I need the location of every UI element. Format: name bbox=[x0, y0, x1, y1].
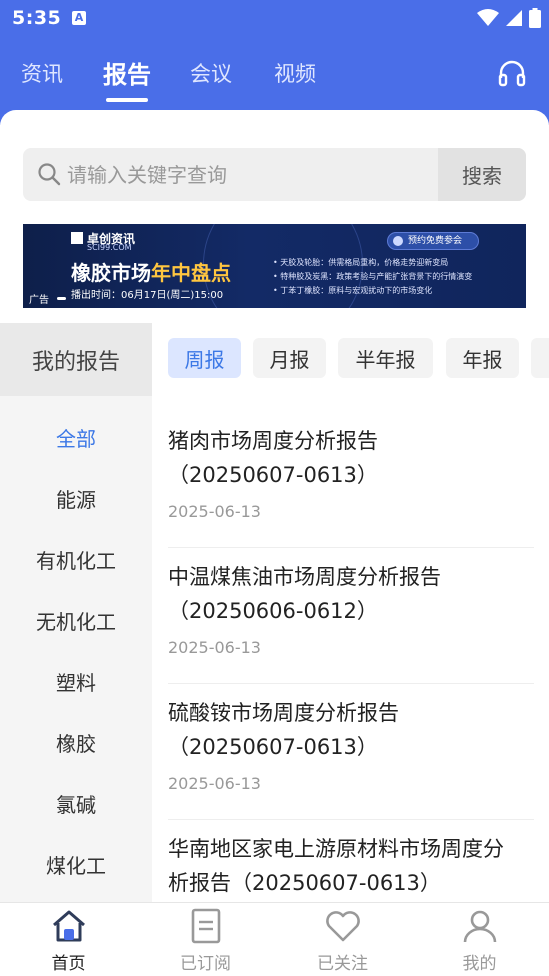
report-title-range: 析报告（20250607-0613） bbox=[168, 871, 441, 895]
report-title: 华南地区家电上游原材料市场周度分 bbox=[168, 837, 504, 861]
ad-banner[interactable]: 卓创资讯 SCI99.COM 橡胶市场年中盘点 播出时间：06月17日(周二)1… bbox=[23, 224, 526, 308]
period-filter: 周报 月报 半年报 年报 bbox=[168, 338, 549, 378]
user-icon bbox=[463, 910, 497, 943]
ad-indicator bbox=[57, 297, 66, 300]
period-chip-half-year[interactable]: 半年报 bbox=[338, 338, 433, 378]
content-sheet: 搜索 卓创资讯 SCI99.COM 橡胶市场年中盘点 播出时间：06月17日(周… bbox=[0, 110, 549, 902]
home-icon bbox=[53, 910, 85, 942]
banner-cta-button[interactable]: 预约免费参会 bbox=[387, 232, 479, 250]
bottom-nav-mine[interactable]: 我的 bbox=[411, 903, 548, 976]
status-time: 5:35 bbox=[12, 7, 62, 29]
report-list-item[interactable]: 猪肉市场周度分析报告 （20250607-0613） 2025-06-13 bbox=[168, 424, 534, 548]
battery-icon bbox=[529, 8, 541, 28]
category-sidebar: 我的报告 全部 能源 有机化工 无机化工 塑料 橡胶 氯碱 煤化工 bbox=[0, 323, 152, 902]
tab-meetings[interactable]: 会议 bbox=[190, 58, 232, 88]
bottom-nav-following[interactable]: 已关注 bbox=[274, 903, 411, 976]
status-icons bbox=[477, 8, 541, 28]
search-input[interactable] bbox=[67, 148, 437, 201]
report-title-range: （20250607-0613） bbox=[168, 463, 378, 487]
category-item-all[interactable]: 全部 bbox=[0, 417, 152, 457]
top-tab-bar: 资讯 报告 会议 视频 bbox=[0, 50, 549, 106]
report-date: 2025-06-13 bbox=[168, 638, 261, 657]
tab-videos[interactable]: 视频 bbox=[274, 58, 316, 88]
banner-bullet: • 丁苯丁橡胶：原料与宏观扰动下的市场变化 bbox=[273, 286, 433, 295]
notification-a-icon: A bbox=[72, 11, 86, 25]
bottom-nav-label: 已关注 bbox=[317, 954, 368, 974]
bottom-nav-subscribed[interactable]: 已订阅 bbox=[137, 903, 274, 976]
report-list-item[interactable]: 华南地区家电上游原材料市场周度分 析报告（20250607-0613） bbox=[168, 832, 534, 902]
category-item-coal-chem[interactable]: 煤化工 bbox=[0, 844, 152, 884]
report-date: 2025-06-13 bbox=[168, 502, 261, 521]
bottom-nav-home[interactable]: 首页 bbox=[0, 903, 137, 976]
banner-title-main: 橡胶市场 bbox=[71, 261, 151, 285]
banner-bullet: • 天胶及轮胎：供需格局重构，价格走势迎新变局 bbox=[273, 258, 449, 267]
bottom-nav: 首页 已订阅 已关注 我的 bbox=[0, 902, 549, 976]
report-list-item[interactable]: 硫酸铵市场周度分析报告 （20250607-0613） 2025-06-13 bbox=[168, 696, 534, 820]
period-chip-monthly[interactable]: 月报 bbox=[253, 338, 326, 378]
period-chip-yearly[interactable]: 年报 bbox=[446, 338, 519, 378]
category-item-chlor-alkali[interactable]: 氯碱 bbox=[0, 783, 152, 823]
status-bar: 5:35 A bbox=[0, 0, 549, 38]
search-bar: 搜索 bbox=[23, 148, 526, 201]
report-title-range: （20250607-0613） bbox=[168, 735, 378, 759]
tab-reports[interactable]: 报告 bbox=[103, 55, 151, 90]
banner-title: 橡胶市场年中盘点 bbox=[71, 257, 231, 286]
active-tab-indicator bbox=[106, 98, 148, 102]
category-item-rubber[interactable]: 橡胶 bbox=[0, 722, 152, 762]
report-date: 2025-06-13 bbox=[168, 774, 261, 793]
search-button[interactable]: 搜索 bbox=[438, 148, 526, 201]
headset-icon[interactable] bbox=[497, 58, 527, 88]
brand-logo-icon bbox=[71, 232, 83, 244]
app-header: 5:35 A 资讯 报告 会议 视频 bbox=[0, 0, 549, 125]
tab-news[interactable]: 资讯 bbox=[21, 58, 63, 88]
banner-bullet: • 特种胶及炭黑：政策考验与产能扩张背景下的行情演变 bbox=[273, 272, 473, 281]
period-chip-more[interactable] bbox=[531, 338, 549, 378]
report-title-range: （20250606-0612） bbox=[168, 599, 378, 623]
report-title: 硫酸铵市场周度分析报告 bbox=[168, 701, 399, 725]
report-title: 猪肉市场周度分析报告 bbox=[168, 429, 378, 453]
bottom-nav-label: 我的 bbox=[462, 954, 497, 974]
bottom-nav-label: 首页 bbox=[51, 954, 86, 974]
category-item-organic-chem[interactable]: 有机化工 bbox=[0, 539, 152, 579]
search-icon bbox=[38, 163, 61, 186]
report-title: 中温煤焦油市场周度分析报告 bbox=[168, 565, 441, 589]
sidebar-header: 我的报告 bbox=[0, 323, 152, 396]
banner-brand-sub: SCI99.COM bbox=[87, 243, 132, 252]
heart-icon bbox=[326, 911, 360, 942]
period-chip-weekly[interactable]: 周报 bbox=[168, 338, 241, 378]
ad-label: 广告 bbox=[29, 295, 49, 306]
banner-title-highlight: 年中盘点 bbox=[151, 261, 231, 285]
document-icon bbox=[191, 908, 221, 944]
category-item-energy[interactable]: 能源 bbox=[0, 478, 152, 518]
wifi-icon bbox=[477, 9, 499, 26]
banner-broadcast-time: 播出时间：06月17日(周二)15:00 bbox=[71, 290, 224, 301]
category-item-plastics[interactable]: 塑料 bbox=[0, 661, 152, 701]
bottom-nav-label: 已订阅 bbox=[180, 954, 231, 974]
report-list-item[interactable]: 中温煤焦油市场周度分析报告 （20250606-0612） 2025-06-13 bbox=[168, 560, 534, 684]
category-item-inorganic-chem[interactable]: 无机化工 bbox=[0, 600, 152, 640]
signal-icon bbox=[506, 10, 522, 26]
